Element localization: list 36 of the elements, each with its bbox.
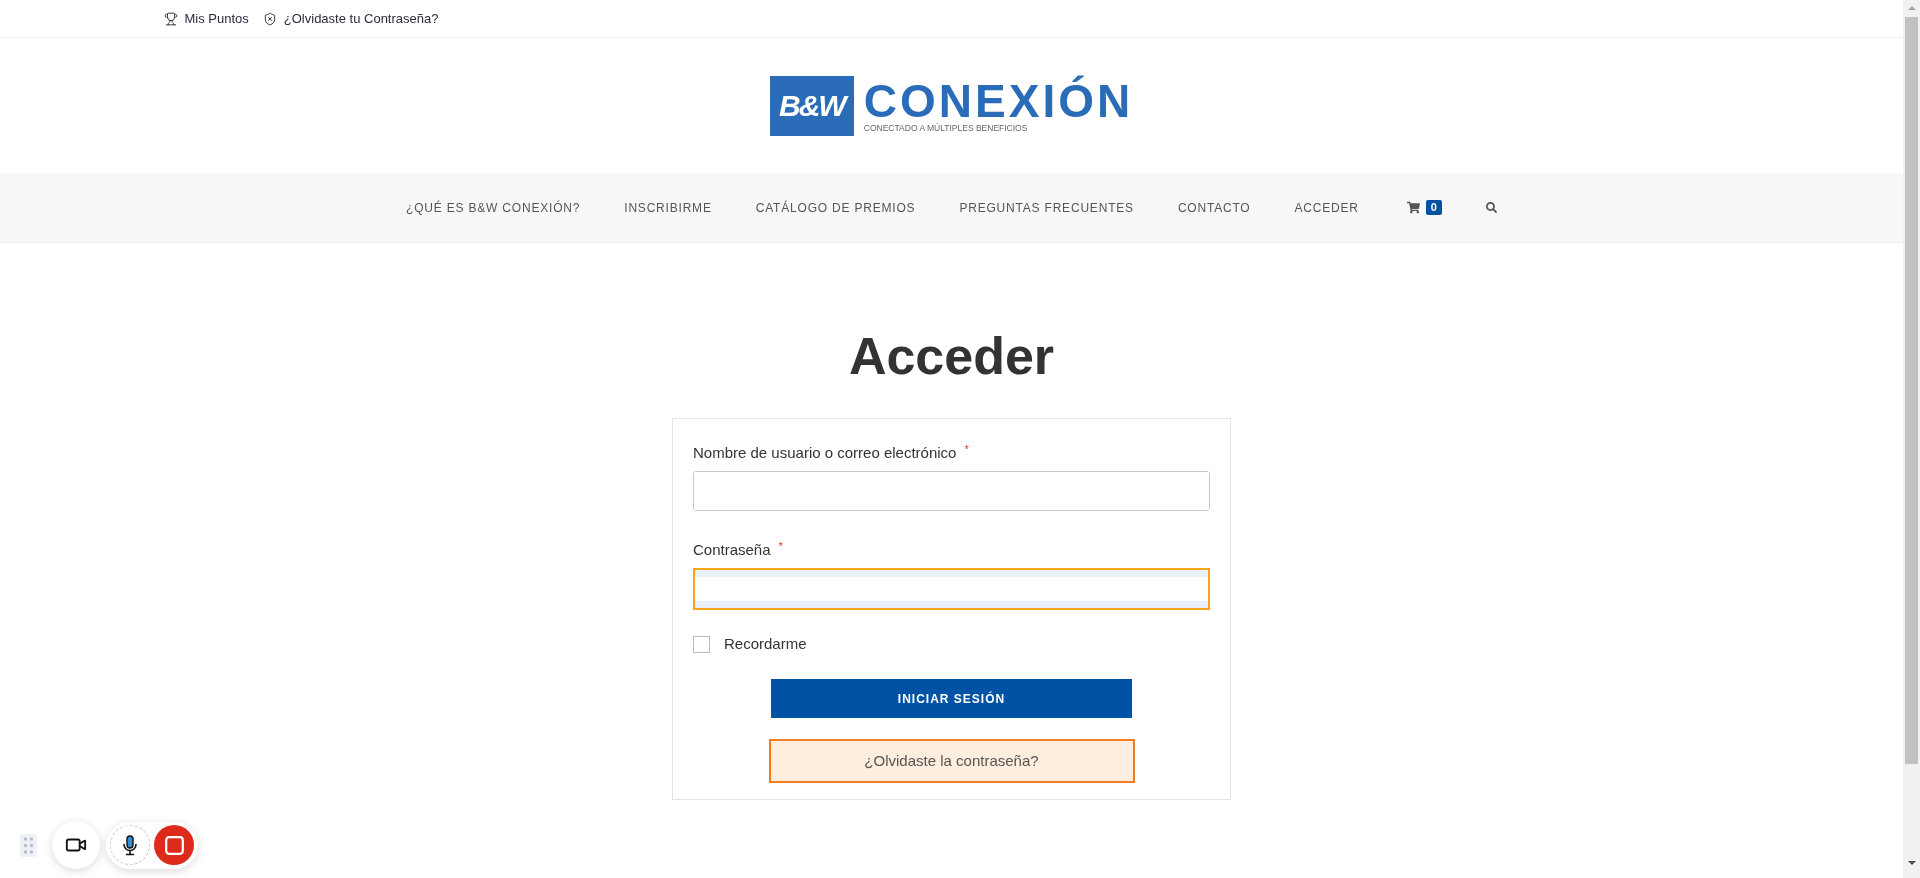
page-title: Acceder bbox=[848, 326, 1055, 387]
trophy-icon bbox=[163, 11, 178, 26]
points-link[interactable]: Mis Puntos bbox=[163, 8, 249, 29]
password-field[interactable] bbox=[693, 568, 1210, 610]
field-label: Contraseña bbox=[693, 540, 771, 560]
logo-tagline: CONECTADO A MÚLTIPLES BENEFICIOS bbox=[863, 124, 1029, 133]
nav-link[interactable]: PREGUNTAS FRECUENTES bbox=[959, 198, 1134, 217]
microphone-icon bbox=[123, 834, 137, 856]
login-button[interactable]: INICIAR SESIÓN bbox=[771, 679, 1132, 718]
required-mark: * bbox=[778, 539, 783, 553]
field-label: Nombre de usuario o correo electrónico bbox=[693, 443, 957, 463]
drag-handle-icon[interactable] bbox=[20, 833, 37, 857]
logo-mark: B&W bbox=[769, 75, 854, 136]
checkbox-label: Recordarme bbox=[724, 634, 807, 654]
nav-link[interactable]: ACCEDER bbox=[1294, 198, 1359, 217]
password-help-link[interactable]: ¿Olvidaste tu Contraseña? bbox=[262, 8, 439, 29]
nav-link[interactable]: ¿QUÉ ES B&W CONEXIÓN? bbox=[406, 198, 581, 217]
cart-icon bbox=[1406, 201, 1420, 214]
checkbox[interactable] bbox=[693, 635, 710, 653]
nav-link[interactable]: INSCRIBIRME bbox=[624, 198, 712, 217]
stop-button[interactable] bbox=[154, 825, 194, 865]
forgot-password-link[interactable]: ¿Olvidaste la contraseña? bbox=[768, 739, 1135, 783]
nav-link[interactable]: CONTACTO bbox=[1177, 198, 1251, 217]
scroll-up-icon[interactable] bbox=[1907, 6, 1916, 10]
search-icon bbox=[1485, 202, 1497, 213]
shield-icon bbox=[262, 11, 277, 26]
cart-count: 0 bbox=[1425, 200, 1442, 215]
required-mark: * bbox=[964, 442, 969, 456]
username-field[interactable] bbox=[693, 471, 1210, 511]
stop-icon bbox=[164, 835, 184, 855]
camera-button[interactable] bbox=[52, 821, 100, 869]
cart-link[interactable]: 0 bbox=[1406, 200, 1442, 215]
nav-link[interactable]: CATÁLOGO DE PREMIOS bbox=[755, 198, 916, 217]
scrollbar-thumb[interactable] bbox=[1905, 17, 1918, 764]
search-button[interactable] bbox=[1485, 202, 1497, 213]
scroll-down-icon[interactable] bbox=[1907, 861, 1916, 865]
